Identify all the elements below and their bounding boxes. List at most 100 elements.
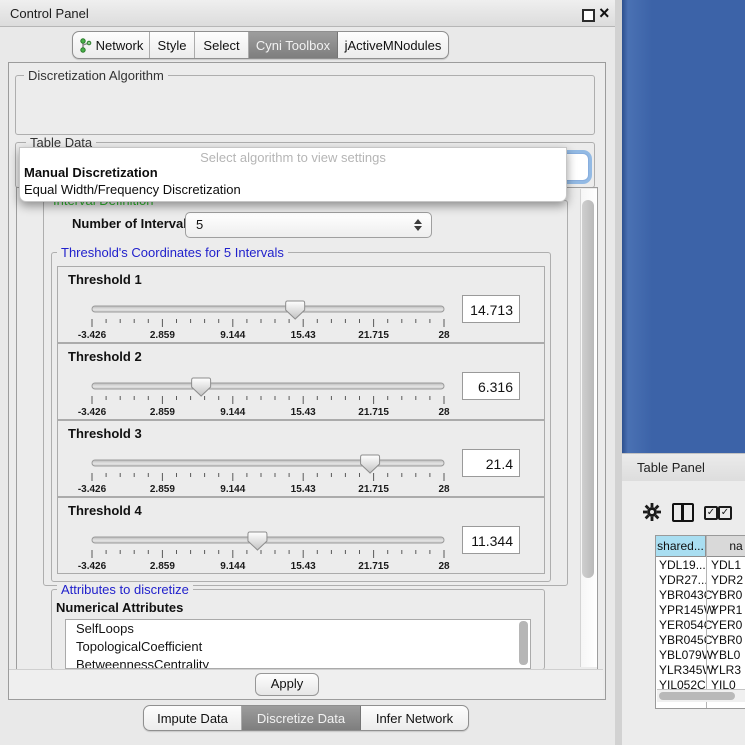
table-row[interactable]: YBL079WYBL0 xyxy=(656,648,745,663)
apply-button[interactable]: Apply xyxy=(255,673,319,696)
thresholds-legend: Threshold's Coordinates for 5 Intervals xyxy=(57,245,288,260)
table-row[interactable]: YBR045CYBR0 xyxy=(656,633,745,648)
table-row[interactable]: YDR27...YDR2 xyxy=(656,573,745,588)
numerical-attributes-list[interactable]: SelfLoopsTopologicalCoefficientBetweenne… xyxy=(65,619,531,669)
cell-name: YDL1 xyxy=(711,558,741,572)
checkbox-icon[interactable]: ✓ xyxy=(718,506,732,520)
cell-shared-name: YDR27... xyxy=(659,573,708,587)
threshold-slider[interactable]: -3.4262.8599.14415.4321.71528 xyxy=(82,530,482,572)
slider-thumb[interactable] xyxy=(192,378,211,396)
attribute-item-betweennesscentrality[interactable]: BetweennessCentrality xyxy=(66,656,530,669)
table-row[interactable]: YLR345WYLR3 xyxy=(656,663,745,678)
threshold-row-1: Threshold 1-3.4262.8599.14415.4321.71528… xyxy=(57,266,545,343)
number-of-intervals-label: Number of Intervals xyxy=(72,216,194,231)
table-panel-titlebar[interactable]: Table Panel xyxy=(622,453,745,482)
tab-impute-data[interactable]: Impute Data xyxy=(144,706,242,730)
svg-text:9.144: 9.144 xyxy=(220,330,245,341)
svg-text:28: 28 xyxy=(438,484,450,495)
tab-label: Discretize Data xyxy=(257,711,345,726)
column-divider[interactable] xyxy=(706,536,707,708)
svg-text:21.715: 21.715 xyxy=(358,407,389,418)
network-view-frame: GAL80GACGAL11GAL4GCY1HHAP2 xyxy=(622,0,745,455)
svg-text:15.43: 15.43 xyxy=(291,561,316,572)
threshold-value-field[interactable]: 11.344 xyxy=(462,526,520,554)
spinner-arrows-icon xyxy=(414,219,422,231)
table-row[interactable]: YDL19...YDL1 xyxy=(656,558,745,573)
panel-divider[interactable] xyxy=(615,0,622,745)
svg-text:2.859: 2.859 xyxy=(150,484,175,495)
checkbox-icon[interactable]: ✓ xyxy=(704,506,718,520)
attributes-scrollbar-thumb[interactable] xyxy=(519,621,528,665)
svg-text:9.144: 9.144 xyxy=(220,407,245,418)
algorithm-dropdown-popup: Select algorithm to view settings Manual… xyxy=(19,147,567,202)
float-window-icon[interactable] xyxy=(582,9,595,22)
svg-text:21.715: 21.715 xyxy=(358,561,389,572)
tab-network[interactable]: Network xyxy=(73,32,150,58)
svg-text:2.859: 2.859 xyxy=(150,407,175,418)
close-icon[interactable]: × xyxy=(599,2,610,24)
table-row[interactable]: YBR043CYBR0 xyxy=(656,588,745,603)
cell-name: YDR2 xyxy=(711,573,743,587)
svg-text:9.144: 9.144 xyxy=(220,484,245,495)
slider-thumb[interactable] xyxy=(286,301,305,319)
threshold-slider[interactable]: -3.4262.8599.14415.4321.71528 xyxy=(82,376,482,418)
threshold-slider[interactable]: -3.4262.8599.14415.4321.71528 xyxy=(82,453,482,495)
discretization-algorithm-group: Discretization Algorithm xyxy=(15,75,595,135)
gear-icon[interactable] xyxy=(643,503,661,521)
tab-label: Style xyxy=(158,38,187,53)
threshold-value-field[interactable]: 21.4 xyxy=(462,449,520,477)
tab-discretize-data[interactable]: Discretize Data xyxy=(242,706,361,730)
tab-select[interactable]: Select xyxy=(195,32,249,58)
slider-thumb[interactable] xyxy=(248,532,267,550)
threshold-row-2: Threshold 2-3.4262.8599.14415.4321.71528… xyxy=(57,343,545,420)
svg-text:28: 28 xyxy=(438,330,450,341)
svg-text:-3.426: -3.426 xyxy=(78,330,107,341)
table-row[interactable]: YPR145WYPR1 xyxy=(656,603,745,618)
network-icon xyxy=(79,38,92,53)
column-panes-icon[interactable] xyxy=(672,503,694,522)
svg-text:-3.426: -3.426 xyxy=(78,561,107,572)
top-tab-bar: Network Style Select Cyni Toolbox jActiveMNo… xyxy=(72,31,449,59)
tab-label: Cyni Toolbox xyxy=(256,38,330,53)
horizontal-scrollbar[interactable] xyxy=(657,689,745,702)
number-of-intervals-spinner[interactable]: 5 xyxy=(185,212,432,238)
table-panel-title: Table Panel xyxy=(637,460,705,475)
svg-text:28: 28 xyxy=(438,407,450,418)
svg-text:2.859: 2.859 xyxy=(150,330,175,341)
svg-text:21.715: 21.715 xyxy=(358,484,389,495)
apply-row: Apply xyxy=(9,669,603,699)
threshold-slider[interactable]: -3.4262.8599.14415.4321.71528 xyxy=(82,299,482,341)
cell-shared-name: YER054C xyxy=(659,618,712,632)
svg-text:9.144: 9.144 xyxy=(220,561,245,572)
attribute-item-topologicalcoefficient[interactable]: TopologicalCoefficient xyxy=(66,638,530,656)
column-header-1[interactable]: shared... xyxy=(656,536,706,557)
tab-jactivemnodules[interactable]: jActiveMNodules xyxy=(338,32,448,58)
cell-shared-name: YBR043C xyxy=(659,588,712,602)
numerical-attributes-label: Numerical Attributes xyxy=(56,600,183,615)
threshold-value-field[interactable]: 6.316 xyxy=(462,372,520,400)
threshold-label: Threshold 4 xyxy=(68,503,142,518)
dropdown-hint-option[interactable]: Select algorithm to view settings xyxy=(20,150,566,165)
cell-shared-name: YBL079W xyxy=(659,648,713,662)
attribute-item-selfloops[interactable]: SelfLoops xyxy=(66,620,530,638)
control-panel-titlebar: Control Panel × xyxy=(0,0,615,27)
table-row[interactable]: YER054CYER0 xyxy=(656,618,745,633)
cell-name: YBL0 xyxy=(711,648,740,662)
column-header-2[interactable]: na xyxy=(706,536,745,557)
slider-thumb[interactable] xyxy=(361,455,380,473)
vertical-scrollbar-thumb[interactable] xyxy=(582,200,594,578)
svg-text:28: 28 xyxy=(438,561,450,572)
svg-text:2.859: 2.859 xyxy=(150,561,175,572)
tab-infer-network[interactable]: Infer Network xyxy=(361,706,468,730)
tab-label: Select xyxy=(203,38,239,53)
number-of-intervals-value: 5 xyxy=(196,217,203,232)
dropdown-option-equal-width-frequency-discretization[interactable]: Equal Width/Frequency Discretization xyxy=(24,182,241,197)
svg-text:-3.426: -3.426 xyxy=(78,407,107,418)
horizontal-scrollbar-thumb[interactable] xyxy=(659,692,735,700)
tab-style[interactable]: Style xyxy=(150,32,195,58)
svg-text:15.43: 15.43 xyxy=(291,407,316,418)
threshold-value-field[interactable]: 14.713 xyxy=(462,295,520,323)
tab-cyni-toolbox[interactable]: Cyni Toolbox xyxy=(249,32,338,58)
svg-text:-3.426: -3.426 xyxy=(78,484,107,495)
dropdown-option-manual-discretization[interactable]: Manual Discretization xyxy=(24,165,158,180)
